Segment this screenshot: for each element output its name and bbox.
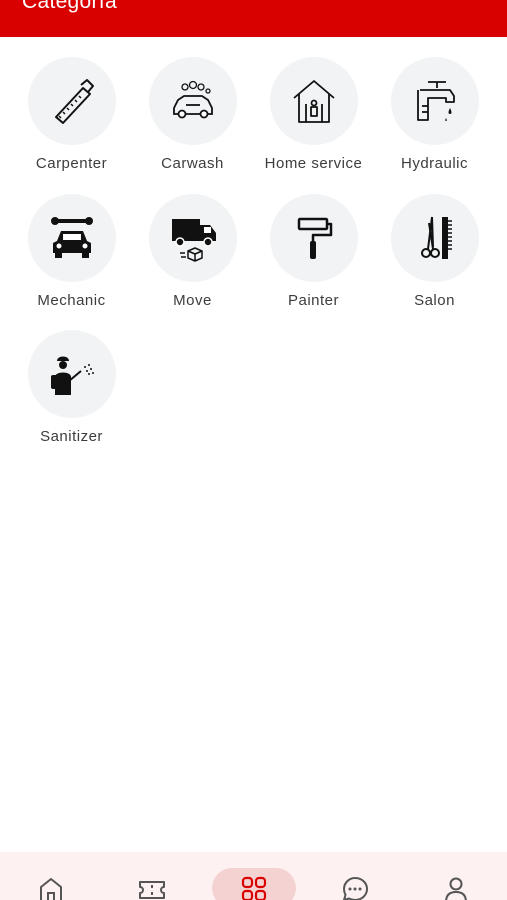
home-icon xyxy=(39,878,62,900)
home-service-icon xyxy=(292,80,335,123)
nav-tickets[interactable] xyxy=(101,852,202,900)
category-label: Hydraulic xyxy=(400,155,469,172)
category-icon-circle xyxy=(148,194,237,282)
categories-grid-icon xyxy=(241,876,266,900)
category-label: Move xyxy=(173,292,212,309)
category-move[interactable]: Move xyxy=(132,194,253,324)
nav-chat[interactable] xyxy=(304,852,405,900)
car-wrench-icon xyxy=(50,217,93,258)
category-label: Sanitizer xyxy=(40,428,103,445)
category-mechanic[interactable]: Mechanic xyxy=(11,194,132,324)
category-icon-circle xyxy=(390,194,479,282)
page-title: Categoría xyxy=(22,0,117,13)
chat-icon xyxy=(342,877,368,900)
nav-profile[interactable] xyxy=(405,852,506,900)
moving-truck-icon xyxy=(171,219,216,262)
category-icon-circle xyxy=(148,57,237,145)
category-icon-circle xyxy=(27,330,116,418)
category-carwash[interactable]: Carwash xyxy=(132,57,253,187)
bottom-navigation xyxy=(0,852,507,900)
category-icon-circle xyxy=(269,57,358,145)
category-salon[interactable]: Salon xyxy=(374,194,495,324)
category-label: Carpenter xyxy=(35,155,108,172)
category-icon-circle xyxy=(27,57,116,145)
profile-icon xyxy=(444,877,467,900)
saw-icon xyxy=(54,79,94,124)
category-label: Mechanic xyxy=(37,292,106,309)
category-home-service[interactable]: Home service xyxy=(253,57,374,187)
category-sanitizer[interactable]: Sanitizer xyxy=(11,330,132,460)
category-icon-circle xyxy=(269,194,358,282)
app-header: Categoría xyxy=(0,0,507,37)
category-icon-circle xyxy=(27,194,116,282)
category-hydraulic[interactable]: Hydraulic xyxy=(374,57,495,187)
carwash-icon xyxy=(172,80,213,119)
paint-roller-icon xyxy=(297,217,332,259)
category-carpenter[interactable]: Carpenter xyxy=(11,57,132,187)
nav-home[interactable] xyxy=(0,852,101,900)
category-label: Painter xyxy=(287,292,340,309)
sprayer-person-icon xyxy=(50,356,94,395)
category-icon-circle xyxy=(390,57,479,145)
scissors-comb-icon xyxy=(420,216,452,259)
category-painter[interactable]: Painter xyxy=(253,194,374,324)
nav-categories[interactable] xyxy=(203,852,304,900)
ticket-icon xyxy=(138,881,165,899)
category-label: Carwash xyxy=(161,155,224,172)
faucet-icon xyxy=(416,81,455,121)
category-label: Home service xyxy=(264,155,363,172)
category-label: Salon xyxy=(414,292,455,309)
